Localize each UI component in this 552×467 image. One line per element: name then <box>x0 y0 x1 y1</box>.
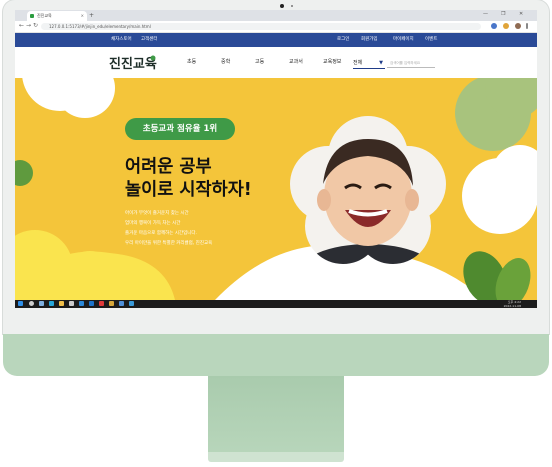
top-link-mypage[interactable]: 마이페이지 <box>393 33 414 47</box>
screen: 진진교육 × + — ❐ ✕ ← → ↻ 127.0.0.1:5173/#/ji… <box>15 10 537 308</box>
hero-decoration <box>15 78 537 300</box>
app-icon[interactable] <box>99 301 104 306</box>
camera-sensor-icon <box>291 5 293 7</box>
hero-child-photo <box>290 116 446 264</box>
chevron-down-icon: ▼ <box>379 60 383 66</box>
imac-stand <box>208 376 344 456</box>
hero-title: 어려운 공부 놀이로 시작하자! <box>125 156 252 202</box>
hero-badge: 초등교과 점유율 1위 <box>125 118 235 140</box>
hero-banner: 초등교과 점유율 1위 어려운 공부 놀이로 시작하자! 아이가 무엇이 즐거운… <box>15 78 537 300</box>
minimize-button[interactable]: — <box>483 11 488 17</box>
hero-desc-line: 아이가 무엇이 즐거운지 찾는 시간 <box>125 211 189 216</box>
maximize-button[interactable]: ❐ <box>501 11 505 17</box>
main-navigation: 진진교육 초등 중학 고등 교과서 교육정보 전체 ▼ 검색어를 입력하세요 <box>15 47 537 78</box>
hero-title-line2: 놀이로 시작하자! <box>125 180 252 200</box>
more-menu-icon[interactable] <box>526 23 528 29</box>
hero-desc-line: 우리 아이만을 위한 특별한 커리큘럼, 진진교육 <box>125 241 213 246</box>
site-top-strip: 채자스토어 고객센터 로그인 회원가입 마이페이지 이벤트 <box>15 33 537 47</box>
edge-browser-icon[interactable] <box>49 301 54 306</box>
app-icon[interactable] <box>129 301 134 306</box>
search-category-select[interactable]: 전체 ▼ <box>353 59 385 69</box>
new-tab-button[interactable]: + <box>89 11 94 20</box>
top-link-login[interactable]: 로그인 <box>337 33 349 47</box>
reload-icon[interactable]: ↻ <box>33 22 38 29</box>
taskbar-date: 2022-11-08 <box>503 304 521 308</box>
extension-icon[interactable] <box>491 23 497 29</box>
hero-title-line1: 어려운 공부 <box>125 157 212 177</box>
task-view-icon[interactable] <box>39 301 44 306</box>
close-window-button[interactable]: ✕ <box>519 11 523 17</box>
site-logo[interactable]: 진진교육 <box>109 54 157 72</box>
mail-icon[interactable] <box>69 301 74 306</box>
windows-taskbar: 오후 4:22 2022-11-08 <box>15 300 537 308</box>
back-arrow-icon[interactable]: ← <box>19 22 24 29</box>
browser-tab-bar: 진진교육 × + — ❐ ✕ <box>15 10 537 21</box>
menu-item-textbook[interactable]: 교과서 <box>289 47 303 78</box>
extension-icon[interactable] <box>503 23 509 29</box>
camera-icon <box>280 4 284 8</box>
imac-chin <box>3 334 549 376</box>
menu-item-eduinfo[interactable]: 교육정보 <box>323 47 341 78</box>
menu-item-high[interactable]: 고등 <box>255 47 264 78</box>
app-icon[interactable] <box>79 301 84 306</box>
menu-item-middle[interactable]: 중학 <box>221 47 230 78</box>
search-icon[interactable] <box>29 301 34 306</box>
profile-avatar[interactable] <box>515 23 521 29</box>
url-field[interactable]: 127.0.0.1:5173/#/jinjin_edu/elementary/m… <box>41 23 481 30</box>
hero-desc-line: 엄마의 행복이 가득 차는 시간 <box>125 221 181 226</box>
browser-tab[interactable]: 진진교육 × <box>27 11 87 21</box>
top-link-store[interactable]: 채자스토어 <box>111 33 132 47</box>
imac-stand-foot <box>208 452 344 462</box>
top-link-event[interactable]: 이벤트 <box>425 33 437 47</box>
windows-start-icon[interactable] <box>18 301 23 306</box>
select-value: 전체 <box>353 60 363 66</box>
top-link-support[interactable]: 고객센터 <box>141 33 158 47</box>
browser-address-bar: ← → ↻ 127.0.0.1:5173/#/jinjin_edu/elemen… <box>15 21 537 33</box>
logo-text: 진진교육 <box>109 56 157 72</box>
app-icon[interactable] <box>119 301 124 306</box>
search-input[interactable]: 검색어를 입력하세요 <box>387 59 435 68</box>
tab-title: 진진교육 <box>37 13 52 18</box>
taskbar-clock[interactable]: 오후 4:22 2022-11-08 <box>504 300 521 308</box>
top-link-signup[interactable]: 회원가입 <box>361 33 378 47</box>
app-icon[interactable] <box>109 301 114 306</box>
vscode-icon[interactable] <box>89 301 94 306</box>
forward-arrow-icon[interactable]: → <box>26 22 31 29</box>
menu-item-elementary[interactable]: 초등 <box>187 47 196 78</box>
favicon-icon <box>30 14 34 18</box>
hero-desc-line: 즐거운 마음으로 함께하는 시간입니다. <box>125 231 197 236</box>
file-explorer-icon[interactable] <box>59 301 64 306</box>
tab-close-icon[interactable]: × <box>81 11 84 21</box>
